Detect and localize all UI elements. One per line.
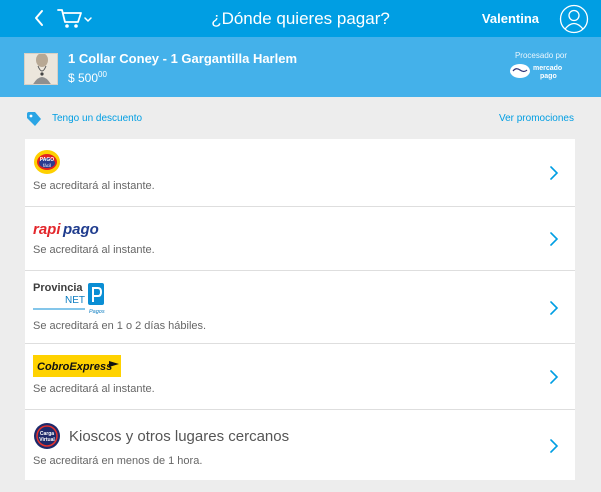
payment-method-provincia-net[interactable]: Provincia NET Pagos Se acreditará en 1 o… [25,271,575,344]
chevron-right-icon [550,439,559,453]
svg-text:Virtual: Virtual [39,437,55,443]
product-thumbnail [24,53,58,85]
svg-text:CobroExpress: CobroExpress [37,361,112,373]
svg-text:pago: pago [540,73,557,80]
payment-method-list: PAGO fácil Se acreditará al instante. ra… [25,139,575,480]
pago-facil-logo: PAGO fácil [34,150,60,174]
tag-icon [27,112,41,126]
svg-text:mercado: mercado [533,65,562,72]
chevron-right-icon [550,301,559,315]
discount-link[interactable]: Tengo un descuento [52,113,142,124]
chevron-right-icon [550,166,559,180]
payment-method-description: Se acreditará en 1 o 2 días hábiles. [33,320,207,332]
svg-text:Pagos: Pagos [89,309,105,315]
svg-text:rapi: rapi [33,221,61,238]
carga-virtual-logo: Carga Virtual [34,423,60,449]
order-price: $ 50000 [68,70,107,85]
payment-method-description: Se acreditará en menos de 1 hora. [33,455,203,467]
payment-method-kioscos[interactable]: Carga Virtual Kioscos y otros lugares ce… [25,410,575,480]
payment-method-label: Kioscos y otros lugares cercanos [69,428,290,445]
payment-method-rapipago[interactable]: rapi pago Se acreditará al instante. [25,207,575,271]
payment-method-description: Se acreditará al instante. [33,180,155,192]
promotions-link[interactable]: Ver promociones [499,113,574,124]
top-bar: ¿Dónde quieres pagar? Valentina [0,0,601,37]
mercado-pago-logo: mercado pago [510,64,562,80]
shopping-cart-icon[interactable] [56,6,94,32]
svg-text:Provincia: Provincia [33,282,83,294]
discount-row: Tengo un descuento Ver promociones [0,108,601,130]
payment-method-pago-facil[interactable]: PAGO fácil Se acreditará al instante. [25,139,575,207]
processed-by-label: Procesado por [514,51,567,60]
price-main: $ 500 [68,71,99,85]
rapipago-logo: rapi pago [33,221,99,238]
payment-method-description: Se acreditará al instante. [33,383,155,395]
svg-text:fácil: fácil [43,163,51,168]
cobro-express-logo: CobroExpress [33,355,121,377]
chevron-right-icon [550,370,559,384]
payment-method-description: Se acreditará al instante. [33,244,155,256]
product-name: 1 Collar Coney - 1 Gargantilla Harlem [68,51,298,66]
chevron-left-icon[interactable] [30,6,48,30]
price-cents: 00 [98,70,107,79]
chevron-right-icon [550,232,559,246]
provincia-net-logo: Provincia NET Pagos [33,282,105,315]
payment-method-cobro-express[interactable]: CobroExpress Se acreditará al instante. [25,344,575,410]
order-summary: 1 Collar Coney - 1 Gargantilla Harlem $ … [0,37,601,97]
user-avatar-icon[interactable] [559,4,589,34]
svg-text:pago: pago [62,221,99,238]
user-name[interactable]: Valentina [482,11,539,26]
svg-text:NET: NET [65,295,85,306]
